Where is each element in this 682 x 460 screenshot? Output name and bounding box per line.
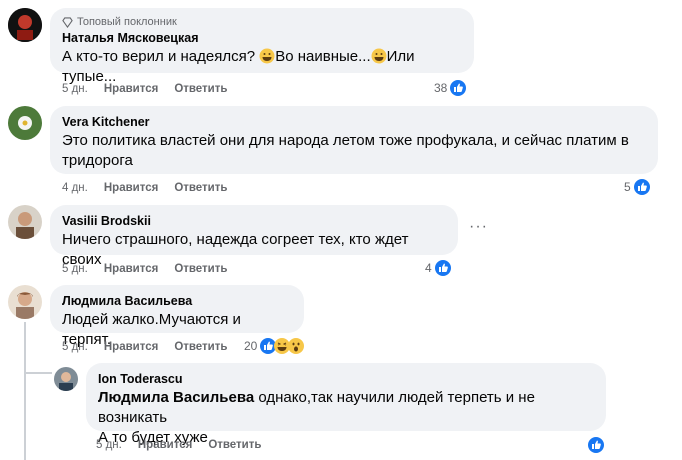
avatar-image [8,8,42,42]
like-button[interactable]: Нравится [104,263,158,275]
reaction-summary[interactable]: 38 [434,80,467,96]
like-icon [434,260,451,276]
like-icon [633,179,650,195]
comment-bubble: Vera Kitchener Это политика властей они … [50,106,658,174]
like-button[interactable]: Нравится [104,182,158,194]
like-icon [450,80,467,96]
avatar[interactable] [8,106,42,140]
reaction-summary[interactable] [588,437,604,453]
comment-text: А кто-то верил и надеялся? Во наивные...… [62,47,462,87]
avatar-image [8,106,42,140]
reply-bubble: Ion Toderascu Людмила Васильева однако,т… [86,363,606,446]
comment-actions: 5 дн. Нравится Ответить [62,263,243,275]
grinning-emoji-icon [259,48,275,64]
avatar-image [8,285,42,319]
reply-button[interactable]: Ответить [174,83,227,95]
comment-actions: 5 дн. Нравится Ответить [62,341,243,353]
reaction-summary[interactable]: 4 [425,260,451,276]
comment-actions: 4 дн. Нравится Ответить [62,182,243,194]
comment-bubble: Людмила Васильева Людей жалко.Мучаются и… [50,285,304,348]
top-fan-badge[interactable]: Топовый поклонник [62,16,462,28]
avatar-image [8,205,42,239]
comment-time[interactable]: 5 дн. [62,341,88,353]
comment-actions: 5 дн. Нравится Ответить [62,83,243,95]
reaction-count: 20 [244,339,258,353]
comment-bubble: Vasilii Brodskii Ничего страшного, надеж… [50,205,458,268]
reply-text: Людмила Васильева однако,так научили люд… [98,388,594,428]
avatar[interactable] [54,367,78,391]
like-button[interactable]: Нравится [104,341,158,353]
comment-bubble: Топовый поклонник Наталья Мясковецкая А … [50,8,474,85]
avatar-image [54,367,78,391]
avatar[interactable] [8,205,42,239]
reply-button[interactable]: Ответить [174,341,227,353]
badge-label: Топовый поклонник [77,16,177,28]
comment-author[interactable]: Наталья Мясковецкая [62,30,462,47]
like-icon [588,437,604,453]
thread-line [24,322,26,460]
mention-link[interactable]: Людмила Васильева [98,389,254,406]
like-button[interactable]: Нравится [104,83,158,95]
avatar[interactable] [8,285,42,319]
reply-button[interactable]: Ответить [174,182,227,194]
like-button[interactable]: Нравится [138,439,192,451]
comment-author[interactable]: Людмила Васильева [62,293,292,310]
comment-time[interactable]: 5 дн. [62,263,88,275]
reply-button[interactable]: Ответить [208,439,261,451]
wow-emoji-icon [288,338,305,354]
comment-time[interactable]: 5 дн. [62,83,88,95]
comment-text: Это политика властей они для народа лето… [62,132,629,169]
reply-connector [24,372,52,374]
reply-button[interactable]: Ответить [174,263,227,275]
reaction-count: 5 [624,180,631,194]
comment-time[interactable]: 4 дн. [62,182,88,194]
diamond-icon [62,16,73,28]
reaction-summary[interactable]: 5 [624,179,650,195]
comment-author[interactable]: Vasilii Brodskii [62,213,446,230]
comment-text-part: Во наивные... [275,48,371,65]
reply-author[interactable]: Ion Toderascu [98,371,594,388]
avatar[interactable] [8,8,42,42]
grinning-emoji-icon [371,48,387,64]
comment-author[interactable]: Vera Kitchener [62,114,646,131]
reaction-count: 4 [425,261,432,275]
reply-time[interactable]: 5 дн. [96,439,122,451]
comment-text-part: А кто-то верил и надеялся? [62,48,260,65]
more-options-icon[interactable]: ··· [469,218,488,236]
reaction-count: 38 [434,81,448,95]
reply-actions: 5 дн. Нравится Ответить [96,439,277,451]
reaction-summary[interactable]: 20 [244,338,305,354]
